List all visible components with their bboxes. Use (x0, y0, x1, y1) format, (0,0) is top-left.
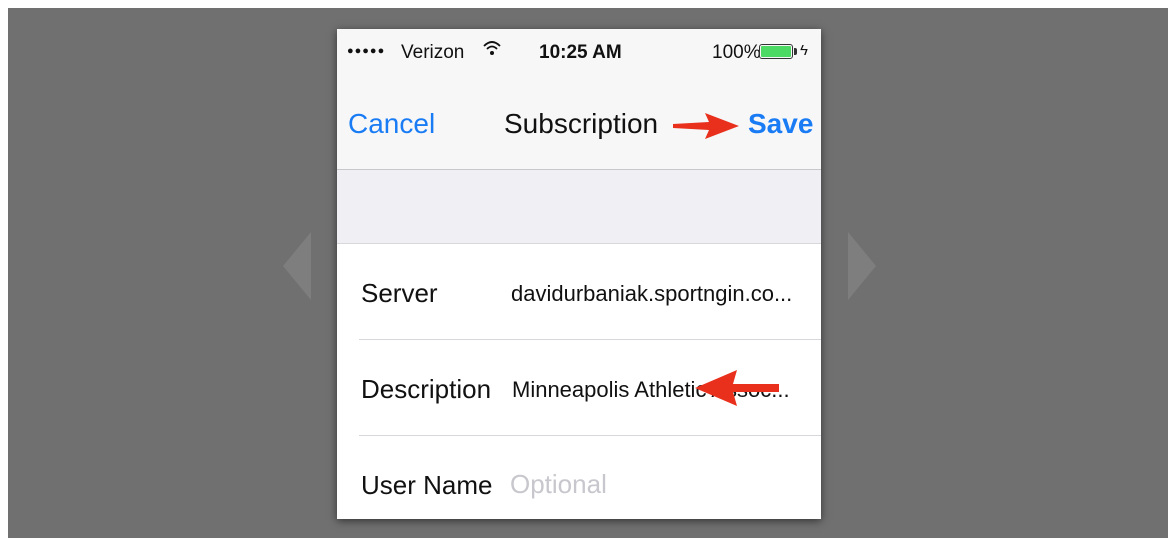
battery-icon (759, 44, 793, 59)
server-field[interactable]: davidurbaniak.sportngin.co... (511, 281, 816, 307)
annotation-arrow-icon (695, 370, 779, 406)
carrier-name: Verizon (401, 42, 465, 63)
battery-percentage: 100% (712, 42, 761, 63)
status-bar: ●●●●● Verizon 10:25 AM 100% ϟ (337, 29, 821, 75)
battery-cap (794, 48, 797, 55)
server-label: Server (361, 278, 438, 308)
charging-bolt-icon: ϟ (800, 42, 808, 59)
user-name-row[interactable]: User Name (359, 436, 821, 519)
next-slide-icon (848, 232, 876, 300)
cancel-button[interactable]: Cancel (348, 108, 435, 140)
user-name-field[interactable] (510, 469, 815, 500)
clock: 10:25 AM (539, 42, 622, 63)
signal-dots-icon: ●●●●● (347, 45, 386, 57)
annotation-arrow-icon (673, 113, 739, 139)
server-row[interactable]: Server davidurbaniak.sportngin.co... (359, 244, 821, 339)
phone-screen: ●●●●● Verizon 10:25 AM 100% ϟ Cancel Sub… (337, 29, 821, 519)
save-button[interactable]: Save (748, 108, 813, 140)
wifi-icon (482, 38, 502, 64)
description-label: Description (361, 374, 492, 404)
previous-slide-icon (283, 232, 311, 300)
page-title: Subscription (504, 108, 659, 139)
user-name-label: User Name (361, 470, 493, 500)
navigation-bar: Cancel Subscription Save (337, 75, 821, 170)
